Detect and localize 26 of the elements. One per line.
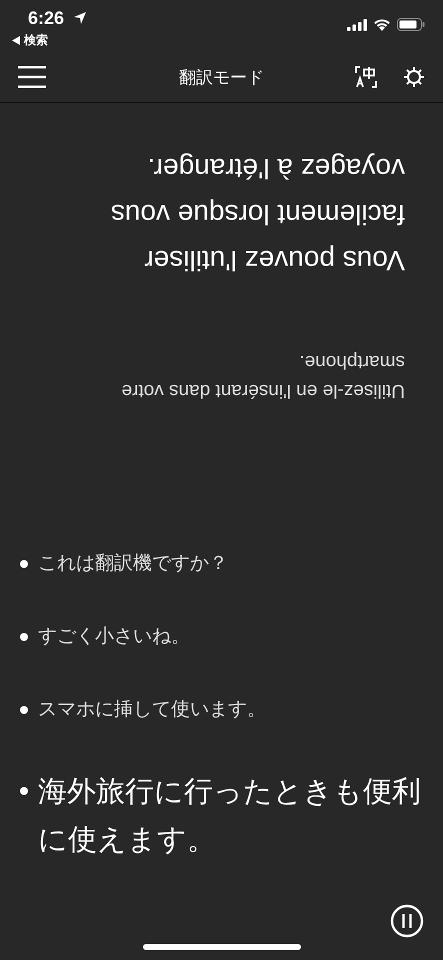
- wifi-icon: [373, 18, 391, 31]
- screen-title: 翻訳モード: [179, 68, 264, 88]
- bullet-dot: [20, 787, 28, 795]
- transcript-text: 海外旅行に行ったときも便利に使えます。: [38, 773, 422, 858]
- language-switch-button[interactable]: [355, 66, 377, 88]
- transcript-text: すごく小さいね。: [38, 624, 190, 649]
- transcript-text: スマホに挿して使います。: [38, 697, 266, 722]
- pause-button[interactable]: [390, 904, 424, 938]
- settings-button[interactable]: [403, 66, 425, 88]
- location-arrow-icon: [74, 12, 86, 24]
- battery-icon: [397, 18, 425, 31]
- pause-icon: [390, 904, 424, 938]
- bullet-dot: [20, 633, 28, 641]
- bullet-dot: [20, 560, 28, 568]
- transcript-text: これは翻訳機ですか？: [38, 551, 228, 576]
- translated-text: Utilisez-le en l'insérant dans votre smartphone.: [120, 350, 405, 403]
- translate-icon: [355, 66, 377, 88]
- bullet-dot: [20, 706, 28, 714]
- translated-text: Vous pouvez l'utiliser facilement lorsque vous voyagez à l'étranger.: [110, 152, 405, 278]
- back-link[interactable]: 検索: [12, 32, 48, 49]
- menu-icon: [18, 66, 46, 88]
- back-triangle-icon: [12, 36, 20, 45]
- menu-button[interactable]: [18, 66, 46, 88]
- status-time: 6:26: [28, 8, 64, 29]
- settings-icon: [403, 66, 425, 88]
- signal-icon: [347, 18, 367, 30]
